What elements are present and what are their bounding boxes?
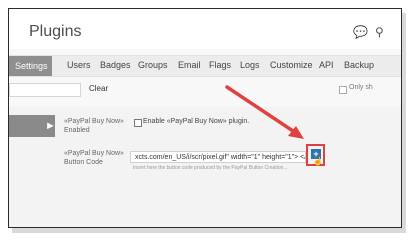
red-arrow-icon — [225, 85, 298, 135]
screenshot-frame: Plugins 💬 ⚲ Settings Users Badges Groups… — [8, 8, 402, 228]
annotation-arrow-overlay — [225, 85, 304, 139]
